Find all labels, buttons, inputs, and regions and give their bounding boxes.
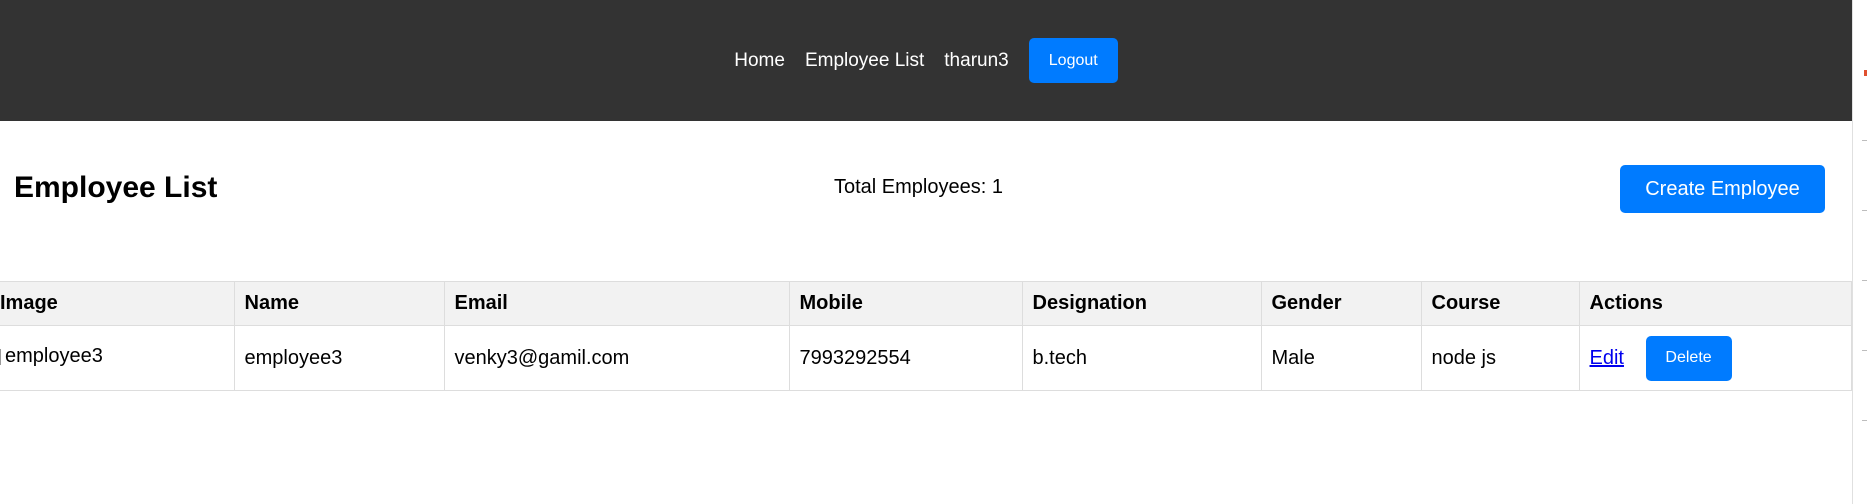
page-header: Employee List Total Employees: 1 Create … — [0, 121, 1852, 281]
logout-button[interactable]: Logout — [1028, 38, 1118, 83]
delete-button[interactable]: Delete — [1645, 335, 1732, 381]
column-header-course: Course — [1420, 281, 1580, 326]
cell-email: venky3@gamil.com — [443, 325, 790, 391]
column-header-mobile: Mobile — [788, 281, 1023, 326]
column-header-actions: Actions — [1578, 281, 1852, 326]
column-header-gender: Gender — [1260, 281, 1422, 326]
nav-employee-list-link[interactable]: Employee List — [805, 50, 924, 72]
cell-image: employee3 — [0, 325, 235, 391]
cell-actions: Edit Delete — [1578, 325, 1852, 391]
column-header-image: Image — [0, 281, 235, 326]
edit-link[interactable]: Edit — [1590, 347, 1624, 369]
table-header-row: Image Name Email Mobile Designation Gend… — [0, 281, 1852, 326]
cell-designation: b.tech — [1021, 325, 1262, 391]
edge-tick — [1862, 280, 1867, 281]
edge-tick — [1862, 420, 1867, 421]
page-title: Employee List — [14, 171, 218, 204]
nav-home-link[interactable]: Home — [734, 50, 785, 72]
broken-image: employee3 — [0, 345, 103, 368]
column-header-name: Name — [233, 281, 445, 326]
page: Home Employee List tharun3 Logout Employ… — [0, 0, 1867, 504]
table-row: employee3 employee3 venky3@gamil.com 799… — [0, 325, 1852, 391]
column-header-designation: Designation — [1021, 281, 1262, 326]
edge-tick — [1862, 140, 1867, 141]
cell-mobile: 7993292554 — [788, 325, 1023, 391]
column-header-email: Email — [443, 281, 790, 326]
employee-table: Image Name Email Mobile Designation Gend… — [0, 281, 1852, 391]
cell-course: node js — [1420, 325, 1580, 391]
top-navbar: Home Employee List tharun3 Logout — [0, 0, 1852, 121]
cell-gender: Male — [1260, 325, 1422, 391]
edge-tick — [1862, 350, 1867, 351]
total-employees-count: Total Employees: 1 — [834, 176, 1003, 198]
create-employee-button[interactable]: Create Employee — [1620, 165, 1825, 213]
edge-tick — [1862, 210, 1867, 211]
image-alt-text: employee3 — [5, 345, 103, 368]
nav-username: tharun3 — [944, 49, 1009, 71]
cell-name: employee3 — [233, 325, 445, 391]
